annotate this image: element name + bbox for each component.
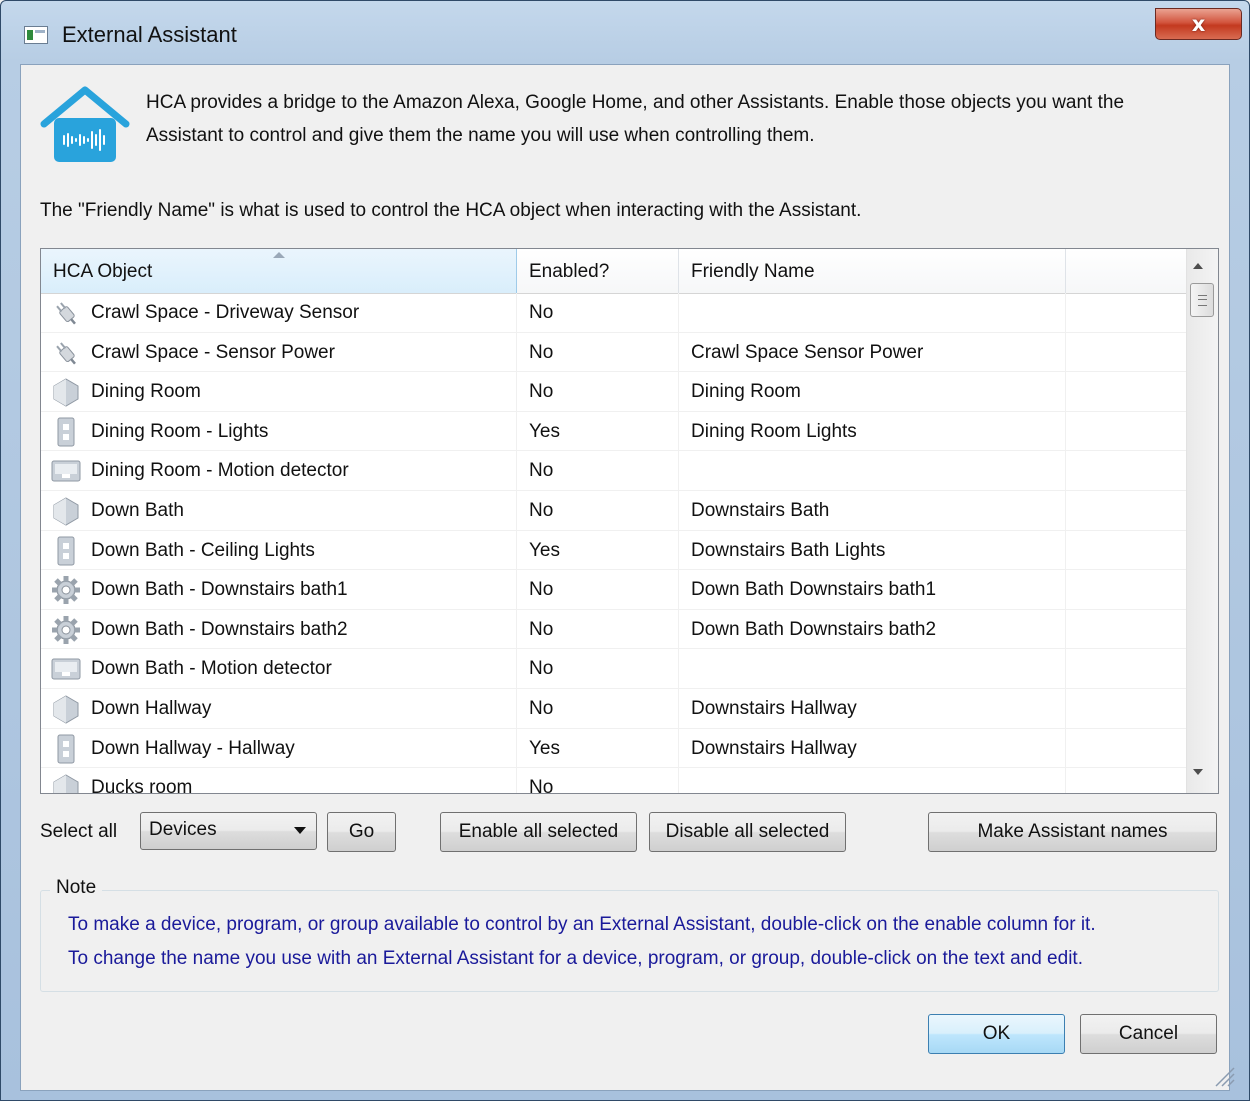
table-header: HCA Object Enabled? Friendly Name — [41, 249, 1186, 294]
column-header-filler — [1066, 249, 1186, 293]
column-header-hca-object[interactable]: HCA Object — [41, 249, 517, 293]
cell-enabled[interactable]: Yes — [517, 530, 679, 571]
column-header-label: HCA Object — [53, 261, 153, 282]
cell-enabled[interactable]: No — [517, 372, 679, 412]
table-row[interactable]: Dining Room No Dining Room — [41, 372, 1186, 412]
note-group — [40, 890, 1219, 992]
cell-hca-object[interactable]: Down Bath - Motion detector — [41, 649, 517, 689]
cell-hca-object[interactable]: Down Bath — [41, 490, 517, 531]
note-title: Note — [50, 877, 103, 899]
table-row[interactable]: Dining Room - Lights Yes Dining Room Light… — [41, 411, 1186, 452]
chevron-down-icon — [294, 827, 306, 834]
go-button[interactable]: Go — [327, 812, 396, 852]
table-body: Crawl Space - Driveway Sensor No Crawl Spa… — [41, 293, 1186, 793]
cell-friendly-name[interactable]: Down Bath Downstairs bath2 — [679, 609, 1066, 650]
cell-enabled[interactable]: No — [517, 490, 679, 531]
table-row[interactable]: Down Hallway No Downstairs Hallway — [41, 688, 1186, 729]
cell-friendly-name[interactable] — [679, 768, 1066, 793]
cell-hca-object[interactable]: Down Bath - Ceiling Lights — [41, 530, 517, 571]
select-all-label: Select all — [40, 821, 118, 842]
table-row[interactable]: Crawl Space - Sensor Power No Crawl Space … — [41, 332, 1186, 373]
cell-hca-object[interactable]: Down Hallway - Hallway — [41, 728, 517, 769]
cell-hca-object[interactable]: Down Bath - Downstairs bath2 — [41, 609, 517, 650]
cell-enabled[interactable]: No — [517, 332, 679, 373]
table-row[interactable]: Down Bath - Downstairs bath2 No Down Bath … — [41, 609, 1186, 650]
cell-friendly-name[interactable]: Downstairs Bath Lights — [679, 530, 1066, 571]
cell-friendly-name[interactable]: Down Bath Downstairs bath1 — [679, 570, 1066, 610]
resize-grip-icon[interactable] — [1212, 1064, 1236, 1088]
table-row[interactable]: Crawl Space - Driveway Sensor No — [41, 293, 1186, 333]
cell-hca-object[interactable]: Ducks room — [41, 768, 517, 793]
column-header-label: Enabled? — [529, 261, 610, 282]
cell-enabled[interactable]: No — [517, 768, 679, 793]
cell-friendly-name[interactable] — [679, 649, 1066, 689]
close-icon: x — [1191, 12, 1206, 36]
cell-enabled[interactable]: No — [517, 570, 679, 610]
table-row[interactable]: Ducks room No — [41, 768, 1186, 793]
title-bar[interactable]: External Assistant x — [0, 0, 1250, 64]
friendly-name-note: The "Friendly Name" is what is used to c… — [40, 200, 862, 221]
window-title: External Assistant — [62, 22, 237, 47]
cell-friendly-name[interactable]: Dining Room — [679, 372, 1066, 412]
select-all-dropdown[interactable]: Devices — [140, 812, 317, 850]
column-header-friendly-name[interactable]: Friendly Name — [679, 249, 1066, 293]
make-assistant-names-button[interactable]: Make Assistant names — [928, 812, 1217, 852]
cell-hca-object[interactable]: Down Hallway — [41, 688, 517, 729]
scroll-down-arrow-icon[interactable] — [1193, 769, 1203, 775]
cell-hca-object[interactable]: Dining Room — [41, 372, 517, 412]
ok-button[interactable]: OK — [928, 1014, 1065, 1054]
disable-all-selected-button[interactable]: Disable all selected — [649, 812, 846, 852]
table-row[interactable]: Down Bath - Motion detector No — [41, 649, 1186, 689]
cell-friendly-name[interactable]: Crawl Space Sensor Power — [679, 332, 1066, 373]
cell-enabled[interactable]: No — [517, 451, 679, 491]
cell-hca-object[interactable]: Crawl Space - Driveway Sensor — [41, 293, 517, 333]
cell-enabled[interactable]: No — [517, 609, 679, 650]
cell-friendly-name[interactable]: Downstairs Hallway — [679, 728, 1066, 769]
table-row[interactable]: Down Bath - Downstairs bath1 No Down Bath … — [41, 570, 1186, 610]
hca-object-table[interactable]: HCA Object Enabled? Friendly Name Crawl … — [40, 248, 1219, 794]
column-header-label: Friendly Name — [691, 261, 815, 282]
home-assistant-icon — [40, 86, 130, 162]
scroll-thumb[interactable] — [1190, 283, 1214, 317]
cell-friendly-name[interactable] — [679, 293, 1066, 333]
table-row[interactable]: Down Hallway - Hallway Yes Downstairs Hall… — [41, 728, 1186, 769]
close-button[interactable]: x — [1155, 8, 1242, 40]
note-line-2: To change the name you use with an Exter… — [68, 948, 1083, 969]
table-row[interactable]: Dining Room - Motion detector No — [41, 451, 1186, 491]
app-window-icon — [24, 26, 48, 44]
cell-hca-object[interactable]: Dining Room - Lights — [41, 411, 517, 452]
cancel-button[interactable]: Cancel — [1080, 1014, 1217, 1054]
cell-friendly-name[interactable]: Downstairs Hallway — [679, 688, 1066, 729]
sort-ascending-icon — [273, 252, 285, 258]
cell-enabled[interactable]: Yes — [517, 728, 679, 769]
note-line-1: To make a device, program, or group avai… — [68, 914, 1096, 935]
cell-enabled[interactable]: No — [517, 293, 679, 333]
cell-friendly-name[interactable]: Dining Room Lights — [679, 411, 1066, 452]
scroll-up-arrow-icon[interactable] — [1193, 263, 1203, 269]
table-row[interactable]: Down Bath No Downstairs Bath — [41, 490, 1186, 531]
cell-hca-object[interactable]: Dining Room - Motion detector — [41, 451, 517, 491]
table-row[interactable]: Down Bath - Ceiling Lights Yes Downstairs … — [41, 530, 1186, 571]
cell-hca-object[interactable]: Crawl Space - Sensor Power — [41, 332, 517, 373]
select-all-value: Devices — [149, 819, 217, 840]
intro-text: HCA provides a bridge to the Amazon Alex… — [146, 92, 1125, 146]
cell-friendly-name[interactable]: Downstairs Bath — [679, 490, 1066, 531]
column-header-enabled[interactable]: Enabled? — [517, 249, 679, 293]
cell-enabled[interactable]: No — [517, 688, 679, 729]
cell-hca-object[interactable]: Down Bath - Downstairs bath1 — [41, 570, 517, 610]
cell-enabled[interactable]: No — [517, 649, 679, 689]
enable-all-selected-button[interactable]: Enable all selected — [440, 812, 637, 852]
cell-friendly-name[interactable] — [679, 451, 1066, 491]
vertical-scrollbar[interactable] — [1186, 249, 1218, 793]
cell-enabled[interactable]: Yes — [517, 411, 679, 452]
